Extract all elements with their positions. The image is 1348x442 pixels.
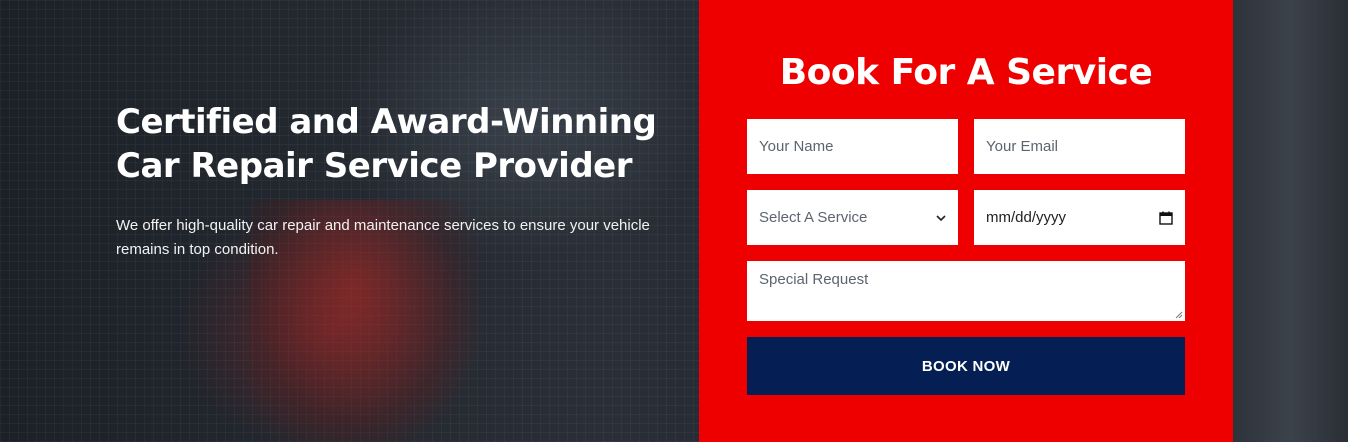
email-input-placeholder: Your Email bbox=[986, 138, 1058, 155]
name-input[interactable]: Your Name bbox=[747, 119, 958, 174]
hero-headline-line-1: Certified and Award-Winning bbox=[116, 102, 657, 142]
email-input[interactable]: Your Email bbox=[974, 119, 1185, 174]
hero-description: We offer high-quality car repair and mai… bbox=[116, 217, 650, 258]
hero-section: Certified and Award-Winning Car Repair S… bbox=[0, 0, 1348, 442]
name-input-placeholder: Your Name bbox=[759, 138, 834, 155]
booking-form-title: Book For A Service bbox=[779, 52, 1153, 93]
book-now-button[interactable]: BOOK NOW bbox=[747, 337, 1185, 395]
booking-form: Book For A Service Your Name Your Email … bbox=[699, 0, 1233, 442]
resize-handle-icon[interactable] bbox=[1175, 311, 1183, 319]
service-select-value: Select A Service bbox=[759, 209, 868, 226]
date-input[interactable]: mm/dd/yyyy bbox=[974, 190, 1185, 245]
special-request-textarea[interactable]: Special Request bbox=[747, 261, 1185, 321]
hero-headline: Certified and Award-Winning Car Repair S… bbox=[116, 100, 676, 188]
background-photo-edge bbox=[1233, 0, 1348, 442]
service-select[interactable]: Select A Service bbox=[747, 190, 958, 245]
special-request-placeholder: Special Request bbox=[759, 271, 869, 288]
hero-headline-line-2: Car Repair Service Provider bbox=[116, 146, 633, 186]
hero-text-block: Certified and Award-Winning Car Repair S… bbox=[116, 100, 676, 262]
chevron-down-icon bbox=[936, 214, 946, 221]
date-input-placeholder: mm/dd/yyyy bbox=[986, 209, 1067, 226]
calendar-icon[interactable] bbox=[1159, 211, 1173, 225]
